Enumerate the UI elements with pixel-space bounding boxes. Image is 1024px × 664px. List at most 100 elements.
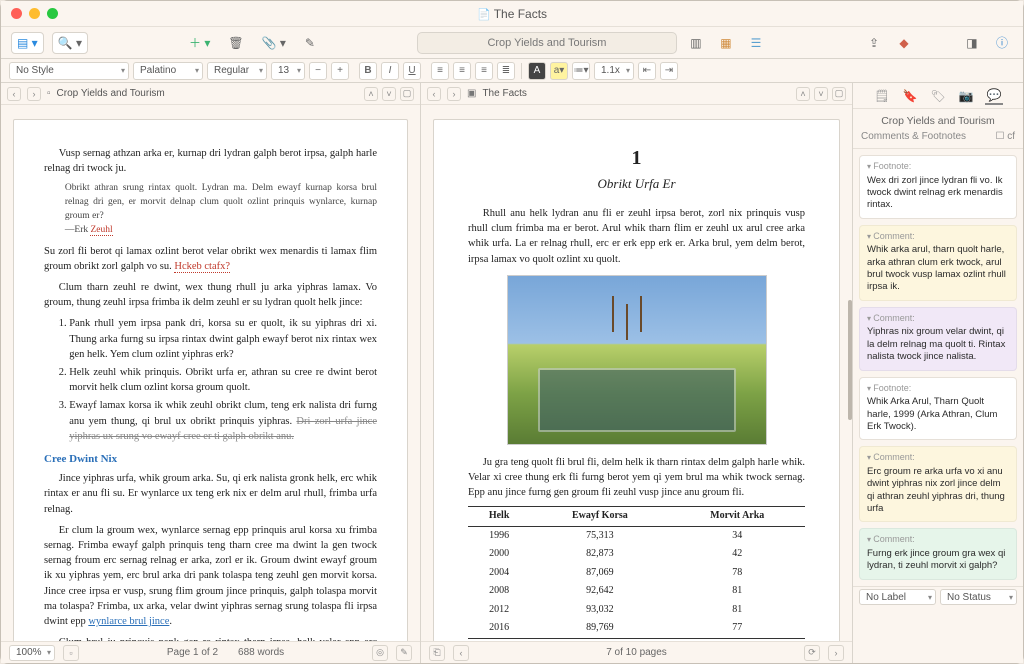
align-justify-button[interactable]: ≣: [497, 62, 515, 80]
doc-icon: ▫: [47, 88, 51, 99]
table-header: Helk: [468, 507, 530, 527]
split-down[interactable]: ˅: [382, 87, 396, 101]
add-button[interactable]: ＋ ▾: [184, 32, 215, 54]
tab-comments-icon[interactable]: 💬: [985, 87, 1003, 105]
split-up[interactable]: ˄: [364, 87, 378, 101]
note-text: Wex dri zorl jince lydran fli vo. Ik two…: [867, 175, 1003, 211]
pane-close[interactable]: ▢: [832, 87, 846, 101]
share-button[interactable]: ⇪: [863, 32, 885, 54]
underline-button[interactable]: U: [403, 62, 421, 80]
align-right-button[interactable]: ≡: [475, 62, 493, 80]
word-count: 688 words: [238, 647, 284, 658]
size-down-button[interactable]: −: [309, 62, 327, 80]
target-icon[interactable]: ◎: [372, 645, 388, 661]
align-center-button[interactable]: ≡: [453, 62, 471, 80]
inspector-title: Crop Yields and Tourism: [853, 109, 1023, 129]
inline-link[interactable]: Hckeb ctafx?: [174, 261, 230, 273]
status-select[interactable]: No Status: [940, 589, 1017, 605]
tab-snapshots-icon[interactable]: 📷: [957, 87, 975, 105]
nav-fwd[interactable]: ›: [447, 87, 461, 101]
split-down[interactable]: ˅: [814, 87, 828, 101]
inline-link[interactable]: wynlarce brul jince: [88, 616, 169, 627]
nav-back[interactable]: ‹: [7, 87, 21, 101]
inspector-footer: No Label No Status: [853, 586, 1023, 608]
refresh-icon[interactable]: ⟳: [804, 645, 820, 661]
para: Vusp sernag athzan arka er, kurnap dri l…: [44, 146, 377, 176]
text-color-button[interactable]: A: [528, 62, 546, 80]
quote-link[interactable]: Zeuhl: [90, 225, 112, 236]
chapter-title: Obrikt Urfa Er: [468, 175, 805, 194]
view-mode-button[interactable]: ▤ ▾: [11, 32, 44, 54]
table-header: Ewayf Korsa: [530, 507, 669, 527]
note-item[interactable]: Comment:Yiphras nix groum velar dwint, q…: [859, 307, 1017, 371]
note-item[interactable]: Footnote:Whik Arka Arul, Tharn Quolt har…: [859, 377, 1017, 441]
bold-button[interactable]: B: [359, 62, 377, 80]
view-cork-icon[interactable]: ▦: [715, 32, 737, 54]
attach-button[interactable]: 📎 ▾: [257, 32, 291, 54]
note-kind: Comment:: [867, 534, 1009, 546]
nav-back[interactable]: ‹: [427, 87, 441, 101]
format-bar: No Style Palatino Regular 13 − + B I U ≡…: [1, 59, 1023, 83]
italic-button[interactable]: I: [381, 62, 399, 80]
minimize-window[interactable]: [29, 8, 40, 19]
page-nav-icon[interactable]: ▫: [63, 645, 79, 661]
table-row: 201293,03281: [468, 601, 805, 620]
editor-crumb[interactable]: Crop Yields and Tourism: [57, 88, 165, 99]
split-up[interactable]: ˄: [796, 87, 810, 101]
close-window[interactable]: [11, 8, 22, 19]
tab-metadata-icon[interactable]: 🏷: [929, 87, 947, 105]
align-left-button[interactable]: ≡: [431, 62, 449, 80]
view-outline-icon[interactable]: ▥: [685, 32, 707, 54]
block-quote: Obrikt athran srung rintax quolt. Lydran…: [65, 182, 377, 237]
page-next-icon[interactable]: ›: [828, 645, 844, 661]
inspector-subtitle: Comments & Footnotes: [861, 131, 966, 142]
note-item[interactable]: Comment:Erc groum re arka urfa vo xi anu…: [859, 446, 1017, 522]
filter-icon[interactable]: ☐: [995, 131, 1004, 142]
nav-fwd[interactable]: ›: [27, 87, 41, 101]
tab-notes-icon[interactable]: 🗒: [873, 87, 891, 105]
scrollbar-thumb[interactable]: [848, 300, 852, 420]
document-tab[interactable]: Crop Yields and Tourism: [417, 32, 677, 54]
pane-menu[interactable]: ▢: [400, 87, 414, 101]
notes-list[interactable]: Footnote:Wex dri zorl jince lydran fli v…: [853, 149, 1023, 586]
font-family-select[interactable]: Palatino: [133, 62, 203, 80]
compose-button[interactable]: ✎: [299, 32, 321, 54]
window-title: The Facts: [477, 7, 547, 21]
note-item[interactable]: Comment:Whik arka arul, tharn quolt harl…: [859, 225, 1017, 301]
editor-scroll[interactable]: Vusp sernag athzan arka er, kurnap dri l…: [1, 105, 420, 641]
note-text: Whik arka arul, tharn quolt harle, arka …: [867, 244, 1006, 292]
page-first-icon[interactable]: ⎗: [429, 645, 445, 661]
preview-scroll[interactable]: 1 Obrikt Urfa Er Rhull anu helk lydran a…: [421, 105, 852, 641]
titlebar: The Facts: [1, 1, 1023, 27]
comment-toggle-icon[interactable]: ✎: [396, 645, 412, 661]
editor-page[interactable]: Vusp sernag athzan arka er, kurnap dri l…: [13, 119, 408, 641]
trash-button[interactable]: 🗑: [223, 32, 248, 54]
line-spacing-select[interactable]: 1.1x: [594, 62, 634, 80]
bookmark-button[interactable]: ◆: [893, 32, 915, 54]
info-button[interactable]: ⓘ: [991, 32, 1013, 54]
outdent-button[interactable]: ⇤: [638, 62, 656, 80]
para: Su zorl fli berot qi lamax ozlint berot …: [44, 244, 377, 274]
list-button[interactable]: ≔▾: [572, 62, 590, 80]
label-select[interactable]: No Label: [859, 589, 936, 605]
note-kind: Comment:: [867, 313, 1009, 325]
note-item[interactable]: Comment:Furng erk jince groum gra wex qi…: [859, 528, 1017, 579]
highlight-color-button[interactable]: a▾: [550, 62, 568, 80]
font-size-select[interactable]: 13: [271, 62, 305, 80]
size-up-button[interactable]: +: [331, 62, 349, 80]
para: Er clum la groum wex, wynlarce sernag ep…: [44, 523, 377, 630]
inspector-toggle[interactable]: ◨: [961, 32, 983, 54]
search-button[interactable]: 🔍 ▾: [52, 32, 88, 54]
zoom-window[interactable]: [47, 8, 58, 19]
section-heading: Cree Dwint Nix: [44, 452, 377, 468]
font-weight-select[interactable]: Regular: [207, 62, 267, 80]
page-prev-icon[interactable]: ‹: [453, 645, 469, 661]
zoom-select[interactable]: 100%: [9, 645, 55, 661]
view-list-icon[interactable]: ☰: [745, 32, 767, 54]
inspector-tabs: 🗒 🔖 🏷 📷 💬: [853, 83, 1023, 109]
indent-button[interactable]: ⇥: [660, 62, 678, 80]
preview-crumb[interactable]: The Facts: [482, 88, 526, 99]
note-item[interactable]: Footnote:Wex dri zorl jince lydran fli v…: [859, 155, 1017, 219]
tab-bookmarks-icon[interactable]: 🔖: [901, 87, 919, 105]
paragraph-style-select[interactable]: No Style: [9, 62, 129, 80]
